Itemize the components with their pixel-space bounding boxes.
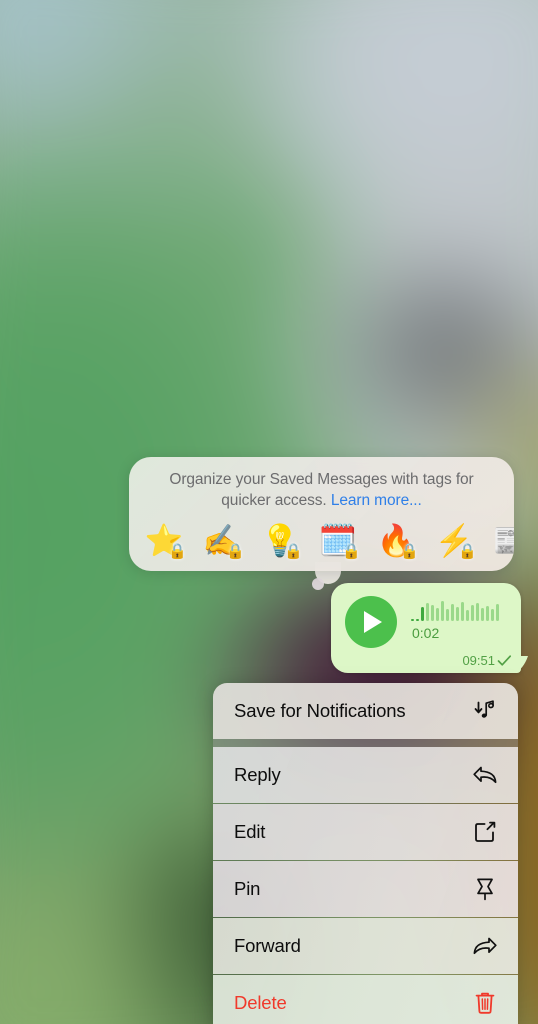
newspaper-tag-emoji: 📰 [492,522,514,558]
waveform-bar [461,602,464,621]
download-music-note-icon [472,698,498,724]
voice-message-bubble[interactable]: 0:02 09:51 [331,583,521,673]
waveform-bar [436,608,439,621]
saved-messages-tags-tooltip[interactable]: Organize your Saved Messages with tags f… [129,457,514,571]
lock-icon: 🔒 [400,543,419,560]
play-icon[interactable] [345,596,397,648]
lock-icon: 🔒 [284,543,303,560]
trash-icon [472,990,498,1016]
tag-emoji-row: ⭐ 🔒 ✍️ 🔒 💡 🔒 🗓️ 🔒 🔥 🔒 ⚡ 🔒 📰 [129,511,514,563]
fire-tag[interactable]: 🔥 🔒 [367,516,425,564]
menu-item-save-for-notifications[interactable]: Save for Notifications [213,683,518,739]
waveform-bar [476,603,479,621]
waveform-bar [466,610,469,621]
learn-more-link[interactable]: Learn more... [331,492,422,509]
menu-item-forward[interactable]: Forward [213,918,518,974]
menu-item-reply[interactable]: Reply [213,747,518,803]
waveform-bar [441,601,444,621]
waveform-bar [426,603,429,621]
voice-waveform[interactable] [411,599,499,621]
menu-group-separator [213,739,518,747]
newspaper-tag[interactable]: 📰 [483,516,514,564]
waveform-bar [416,619,419,621]
star-tag[interactable]: ⭐ 🔒 [135,516,193,564]
waveform-bar [471,605,474,621]
menu-item-label: Forward [234,935,301,956]
tooltip-text: Organize your Saved Messages with tags f… [129,457,514,511]
message-timestamp: 09:51 [462,653,495,668]
menu-item-label: Reply [234,764,281,785]
lightning-tag[interactable]: ⚡ 🔒 [425,516,483,564]
waveform-bar [411,619,414,621]
voice-duration: 0:02 [412,625,440,641]
reply-arrow-icon [472,762,498,788]
menu-item-label: Edit [234,821,266,842]
sent-check-icon [497,655,512,666]
menu-item-label: Delete [234,992,287,1013]
lock-icon: 🔒 [342,543,361,560]
waveform-bar [456,607,459,621]
waveform-bar [486,606,489,621]
writing-hand-tag[interactable]: ✍️ 🔒 [193,516,251,564]
waveform-bar [481,608,484,621]
menu-item-label: Save for Notifications [234,700,406,721]
waveform-bar [446,609,449,621]
forward-arrow-icon [472,933,498,959]
menu-item-pin[interactable]: Pin [213,861,518,917]
waveform-bar [451,604,454,621]
menu-item-label: Pin [234,878,261,899]
lightbulb-tag[interactable]: 💡 🔒 [251,516,309,564]
tooltip-tail-dot [312,578,324,590]
menu-item-edit[interactable]: Edit [213,804,518,860]
lock-icon: 🔒 [168,543,187,560]
waveform-bar [496,604,499,621]
tooltip-line-1: Organize your Saved Messages with [169,471,419,488]
screen: Organize your Saved Messages with tags f… [0,0,538,1024]
calendar-tag[interactable]: 🗓️ 🔒 [309,516,367,564]
pin-icon [472,876,498,902]
menu-item-delete[interactable]: Delete [213,975,518,1024]
lock-icon: 🔒 [226,543,245,560]
waveform-bar [431,605,434,621]
edit-pencil-square-icon [472,819,498,845]
lock-icon: 🔒 [458,543,477,560]
waveform-bar [491,609,494,621]
message-meta: 09:51 [462,653,512,668]
waveform-bar [421,607,424,621]
message-context-menu[interactable]: Save for Notifications Reply Edit Pin Fo… [213,683,518,1024]
